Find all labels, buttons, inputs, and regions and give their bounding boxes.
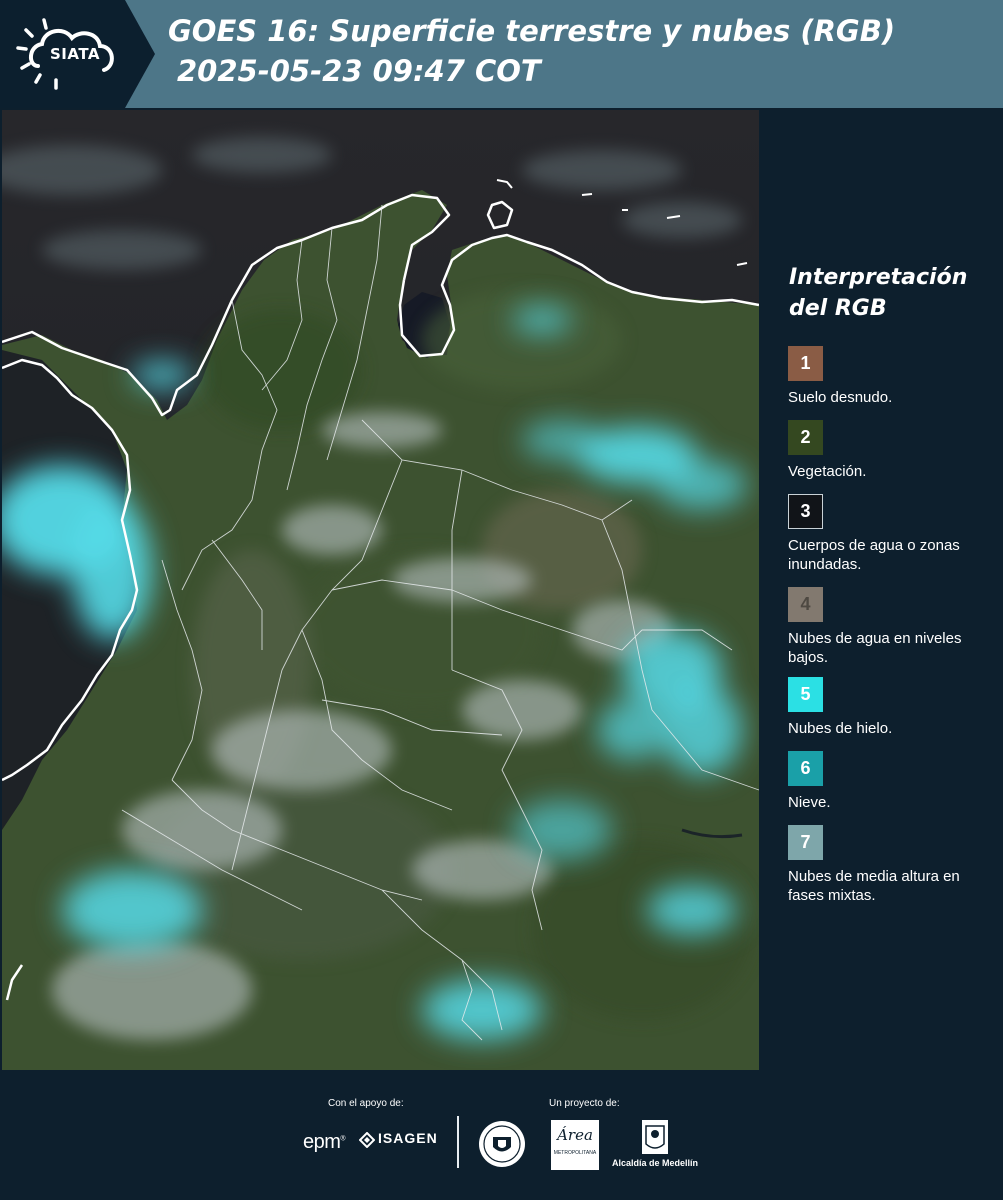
support-label: Con el apoyo de:: [328, 1098, 404, 1109]
legend-label: Cuerpos de agua o zonas inundadas.: [788, 537, 960, 573]
area-metro-text: Área: [557, 1126, 593, 1144]
legend-title: Interpretación del RGB: [789, 265, 968, 321]
alcaldia-label: Alcaldía de Medellín: [612, 1158, 699, 1168]
page-title: GOES 16: Superficie terrestre y nubes (R…: [168, 14, 896, 48]
legend-item-snow: 6 Nieve.: [788, 751, 988, 812]
legend-item-vegetation: 2 Vegetación.: [788, 420, 988, 481]
legend-label: Nubes de media altura en fases mixtas.: [788, 868, 960, 904]
legend-item-low-clouds: 4 Nubes de agua en niveles bajos.: [788, 587, 988, 667]
siata-logo[interactable]: SIATA: [0, 0, 155, 108]
legend-swatch: 5: [788, 677, 823, 712]
legend-panel: Interpretación del RGB 1 Suelo desnudo. …: [760, 110, 1003, 1070]
legend-swatch: 4: [788, 587, 823, 622]
area-metro-sub: METROPOLITANA: [553, 1150, 597, 1156]
legend-swatch: 1: [788, 346, 823, 381]
legend-label: Nubes de agua en niveles bajos.: [788, 630, 962, 666]
isagen-mark-icon: [359, 1132, 375, 1148]
epm-logo[interactable]: epm®: [303, 1131, 346, 1154]
legend-swatch: 3: [788, 494, 823, 529]
legend-item-ice-clouds: 5 Nubes de hielo.: [788, 677, 988, 738]
satellite-map[interactable]: [2, 110, 759, 1070]
page: SIATA GOES 16: Superficie terrestre y nu…: [0, 0, 1003, 1200]
area-metropolitana-logo[interactable]: Área METROPOLITANA: [551, 1120, 599, 1170]
legend-item-mixed-clouds: 7 Nubes de media altura en fases mixtas.: [788, 825, 988, 905]
legend-label: Nieve.: [788, 794, 831, 811]
footer-divider: [457, 1116, 459, 1168]
project-label: Un proyecto de:: [549, 1098, 620, 1109]
legend-label: Nubes de hielo.: [788, 720, 893, 737]
legend-item-bare-soil: 1 Suelo desnudo.: [788, 346, 988, 407]
legend-label: Suelo desnudo.: [788, 389, 893, 406]
header-bar: SIATA GOES 16: Superficie terrestre y nu…: [0, 0, 1003, 108]
legend-swatch: 7: [788, 825, 823, 860]
legend-label: Vegetación.: [788, 463, 867, 480]
siata-logo-text: SIATA: [50, 45, 101, 63]
isagen-logo[interactable]: ISAGEN: [378, 1130, 438, 1146]
legend-item-water: 3 Cuerpos de agua o zonas inundadas.: [788, 494, 988, 574]
legend-swatch: 6: [788, 751, 823, 786]
medellin-seal-icon[interactable]: [478, 1120, 526, 1168]
alcaldia-shield-icon[interactable]: [640, 1118, 670, 1156]
legend-swatch: 2: [788, 420, 823, 455]
epm-logo-text: epm: [303, 1131, 341, 1153]
footer: Con el apoyo de: Un proyecto de: epm® IS…: [0, 1070, 1003, 1200]
page-timestamp: 2025-05-23 09:47 COT: [177, 54, 541, 88]
